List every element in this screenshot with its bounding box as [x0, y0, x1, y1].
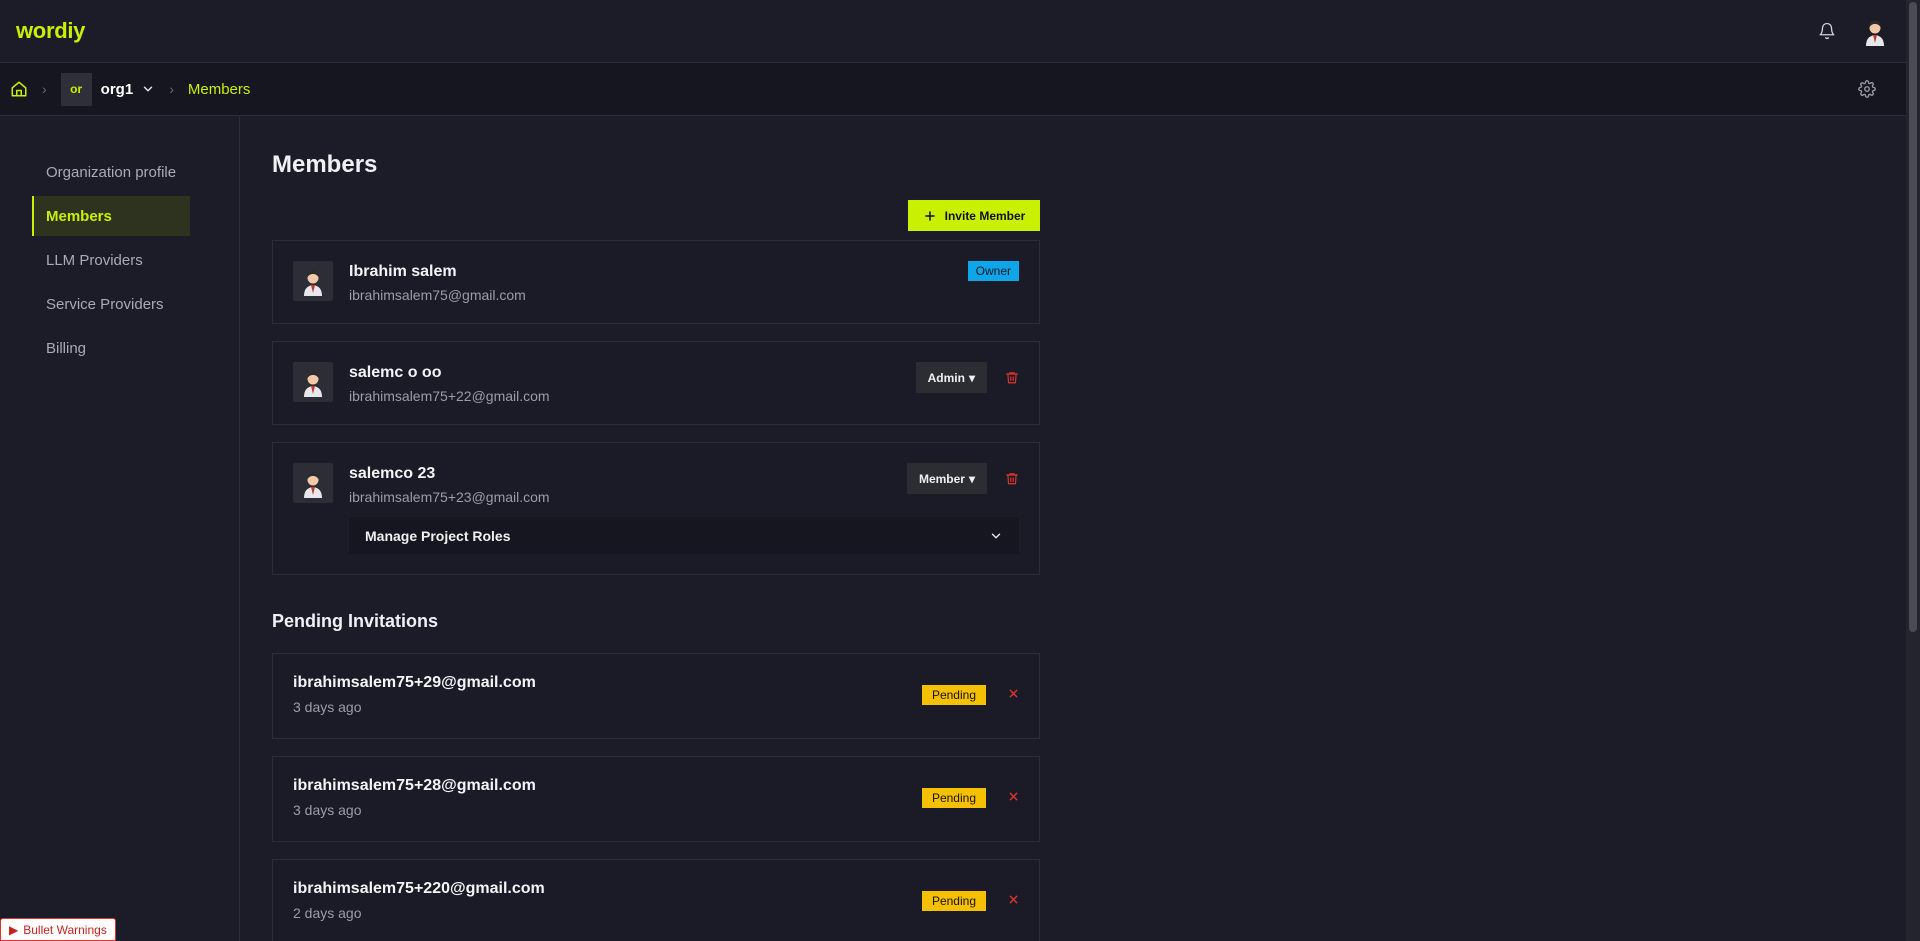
bullet-warnings-label: Bullet Warnings	[23, 922, 107, 937]
user-avatar[interactable]	[1860, 16, 1890, 46]
bullet-warnings-button[interactable]: ▶ Bullet Warnings	[0, 918, 116, 941]
user-avatar-icon	[304, 270, 322, 296]
invitation-info: ibrahimsalem75+29@gmail.com 3 days ago	[293, 674, 536, 715]
chevron-down-icon	[143, 86, 153, 92]
member-name: salemco 23	[349, 465, 436, 482]
invitation-time: 3 days ago	[293, 699, 362, 715]
manage-project-roles-label: Manage Project Roles	[365, 527, 511, 544]
sidebar-item-organization-profile[interactable]: Organization profile	[32, 152, 190, 192]
notifications-button[interactable]	[1818, 22, 1836, 40]
status-badge: Pending	[921, 788, 986, 808]
top-bar: wordiy	[0, 0, 1906, 63]
close-icon	[1009, 895, 1018, 904]
chevron-right-icon: ›	[42, 81, 47, 97]
delete-member-button[interactable]	[1005, 471, 1019, 486]
user-avatar-icon	[304, 371, 322, 397]
member-email: ibrahimsalem75+22@gmail.com	[349, 388, 550, 404]
invitation-card: ibrahimsalem75+220@gmail.com 2 days ago …	[272, 859, 1040, 941]
gear-icon	[1858, 80, 1876, 98]
invitation-email: ibrahimsalem75+29@gmail.com	[293, 674, 536, 691]
home-button[interactable]	[10, 80, 28, 98]
invitation-card: ibrahimsalem75+28@gmail.com 3 days ago P…	[272, 756, 1040, 842]
invitation-email: ibrahimsalem75+28@gmail.com	[293, 777, 536, 794]
org-switcher-button[interactable]	[141, 82, 155, 96]
user-avatar-icon	[304, 472, 322, 498]
role-select[interactable]: Member ▾	[906, 463, 987, 494]
chevron-right-icon: ›	[169, 81, 174, 97]
sidebar: Organization profile Members LLM Provide…	[0, 116, 240, 941]
member-row: Ibrahim salem ibrahimsalem75@gmail.com O…	[293, 261, 1019, 303]
avatar	[293, 463, 333, 503]
avatar	[293, 261, 333, 301]
breadcrumb: › or org1 › Members	[0, 63, 1906, 116]
pending-invitations-title: Pending Invitations	[272, 611, 439, 631]
invitation-actions: Pending	[921, 685, 1019, 705]
member-actions: Admin ▾	[915, 362, 1019, 393]
invitation-actions: Pending	[921, 891, 1019, 911]
user-avatar-icon	[1860, 16, 1890, 46]
sidebar-item-billing[interactable]: Billing	[32, 328, 190, 368]
scrollbar-thumb[interactable]	[1909, 2, 1917, 632]
sidebar-item-llm-providers[interactable]: LLM Providers	[32, 240, 190, 280]
invitation-info: ibrahimsalem75+28@gmail.com 3 days ago	[293, 777, 536, 818]
sidebar-item-members[interactable]: Members	[32, 196, 190, 236]
caret-down-icon: ▾	[968, 471, 975, 486]
sidebar-item-service-providers[interactable]: Service Providers	[32, 284, 190, 324]
invite-member-button[interactable]: Invite Member	[908, 200, 1040, 231]
trash-icon	[1006, 372, 1018, 384]
invitation-actions: Pending	[921, 788, 1019, 808]
org-name[interactable]: org1	[101, 81, 134, 98]
page-title: Members	[272, 151, 378, 178]
close-icon	[1009, 689, 1018, 698]
owner-badge: Owner	[967, 261, 1019, 281]
breadcrumb-current[interactable]: Members	[188, 81, 251, 98]
member-info: Ibrahim salem ibrahimsalem75@gmail.com	[349, 261, 526, 303]
delete-member-button[interactable]	[1005, 370, 1019, 385]
member-name: salemc o oo	[349, 364, 442, 381]
member-actions: Member ▾	[906, 463, 1019, 494]
member-row: salemco 23 ibrahimsalem75+23@gmail.com M…	[293, 463, 1019, 505]
avatar	[293, 362, 333, 402]
cancel-invitation-button[interactable]	[1008, 892, 1019, 910]
cancel-invitation-button[interactable]	[1008, 789, 1019, 807]
org-badge[interactable]: or	[60, 72, 92, 106]
invite-member-label: Invite Member	[944, 208, 1026, 223]
member-card: salemco 23 ibrahimsalem75+23@gmail.com M…	[272, 442, 1040, 575]
manage-project-roles-toggle[interactable]: Manage Project Roles	[349, 517, 1019, 554]
invitation-card: ibrahimsalem75+29@gmail.com 3 days ago P…	[272, 653, 1040, 739]
close-icon	[1009, 792, 1018, 801]
invitation-info: ibrahimsalem75+220@gmail.com 2 days ago	[293, 880, 545, 921]
app-logo[interactable]: wordiy	[16, 18, 85, 44]
status-badge: Pending	[921, 685, 986, 705]
play-icon: ▶	[9, 922, 19, 937]
invitation-time: 3 days ago	[293, 802, 362, 818]
member-email: ibrahimsalem75@gmail.com	[349, 287, 526, 303]
top-right-actions	[1818, 16, 1890, 46]
home-icon	[11, 81, 27, 97]
invitation-time: 2 days ago	[293, 905, 362, 921]
bell-icon	[1819, 22, 1835, 40]
settings-button[interactable]	[1858, 80, 1876, 98]
main-content: Members Invite Member Ibrahim salem ibra…	[272, 116, 1040, 941]
trash-icon	[1006, 473, 1018, 485]
plus-icon	[924, 210, 935, 221]
invitation-email: ibrahimsalem75+220@gmail.com	[293, 880, 545, 897]
member-actions: Owner	[967, 261, 1019, 281]
member-email: ibrahimsalem75+23@gmail.com	[349, 489, 550, 505]
scrollbar[interactable]	[1906, 0, 1920, 941]
role-select[interactable]: Admin ▾	[915, 362, 987, 393]
role-select-value: Admin	[927, 370, 965, 385]
member-card: salemc o oo ibrahimsalem75+22@gmail.com …	[272, 341, 1040, 425]
member-info: salemco 23 ibrahimsalem75+23@gmail.com	[349, 463, 550, 505]
caret-down-icon: ▾	[968, 370, 975, 385]
invite-row: Invite Member	[272, 200, 1040, 231]
member-name: Ibrahim salem	[349, 263, 457, 280]
role-select-value: Member	[918, 471, 965, 486]
member-card: Ibrahim salem ibrahimsalem75@gmail.com O…	[272, 240, 1040, 324]
cancel-invitation-button[interactable]	[1008, 686, 1019, 704]
status-badge: Pending	[921, 891, 986, 911]
member-row: salemc o oo ibrahimsalem75+22@gmail.com …	[293, 362, 1019, 404]
chevron-down-icon	[991, 533, 1001, 538]
member-info: salemc o oo ibrahimsalem75+22@gmail.com	[349, 362, 550, 404]
